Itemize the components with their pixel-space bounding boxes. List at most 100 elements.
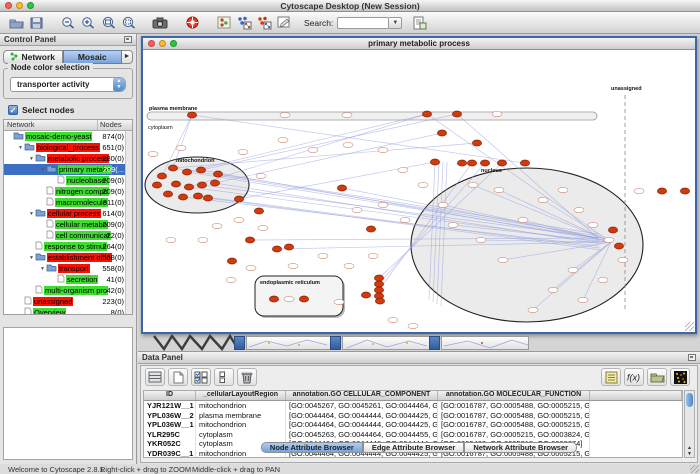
attribute-matrix-icon[interactable] <box>145 368 165 386</box>
node[interactable] <box>480 160 489 166</box>
collapse-icon[interactable]: ▼ <box>28 255 35 261</box>
tree-row[interactable]: ▼transport558(0) <box>4 263 132 274</box>
network-window-titlebar[interactable]: primary metabolic process <box>143 38 695 50</box>
node[interactable] <box>213 171 222 177</box>
node-small[interactable] <box>284 296 294 301</box>
node[interactable] <box>234 196 243 202</box>
delete-attribute-icon[interactable] <box>237 368 257 386</box>
edge[interactable] <box>187 114 427 172</box>
minimized-window-cap[interactable] <box>234 336 245 350</box>
tab-node-attribute-browser[interactable]: Node Attribute Browser <box>261 442 363 453</box>
node[interactable] <box>614 243 623 249</box>
node[interactable] <box>203 195 212 201</box>
node-small[interactable] <box>518 217 528 222</box>
node[interactable] <box>430 159 439 165</box>
window-resize-grip[interactable] <box>690 465 699 473</box>
node-small[interactable] <box>558 187 568 192</box>
node[interactable] <box>227 258 236 264</box>
node[interactable] <box>608 227 617 233</box>
node[interactable] <box>452 111 461 117</box>
node[interactable] <box>284 244 293 250</box>
open-folder-icon[interactable] <box>647 368 667 386</box>
node[interactable] <box>437 130 446 136</box>
tree-row[interactable]: nitrogen compo209(0) <box>4 186 132 197</box>
node-small[interactable] <box>226 277 236 282</box>
network-overview-icon[interactable] <box>214 14 234 32</box>
network-canvas[interactable]: plasma membranecytoplasmmitochondrionnuc… <box>143 50 695 332</box>
node[interactable] <box>366 226 375 232</box>
node[interactable] <box>245 237 254 243</box>
table-row[interactable]: YJR121W__1mitochondrion[GO:0045267, GO:0… <box>144 401 682 411</box>
node[interactable] <box>168 165 177 171</box>
node-small[interactable] <box>166 237 176 242</box>
tree-row[interactable]: cellular metabo209(0) <box>4 219 132 230</box>
tree-row[interactable]: cell communicat22(0) <box>4 230 132 241</box>
column-header[interactable]: annotation.GO MOLECULAR_FUNCTION <box>438 391 590 400</box>
node[interactable] <box>157 173 166 179</box>
node-small[interactable] <box>352 207 362 212</box>
node[interactable] <box>152 182 161 188</box>
node-small[interactable] <box>342 112 352 117</box>
zoom-out-icon[interactable] <box>58 14 78 32</box>
tree-row[interactable]: ▼biological_process651(0) <box>4 142 132 153</box>
node[interactable] <box>657 188 666 194</box>
node-small[interactable] <box>604 237 614 242</box>
node[interactable] <box>210 180 219 186</box>
plasma-membrane-region[interactable] <box>147 112 597 120</box>
import-table-icon[interactable] <box>410 14 430 32</box>
tree-row[interactable]: ▼metabolic process280(0) <box>4 153 132 164</box>
node-color-dropdown[interactable]: transporter activity ▲▼ <box>10 77 126 92</box>
node-small[interactable] <box>334 299 344 304</box>
node-small[interactable] <box>258 225 268 230</box>
node[interactable] <box>422 111 431 117</box>
network-view-window[interactable]: primary metabolic process plasma membran… <box>141 36 697 334</box>
scrollbar-thumb[interactable] <box>686 393 693 407</box>
select-attributes-icon[interactable] <box>191 368 211 386</box>
layout-red-icon[interactable] <box>254 14 274 32</box>
search-input[interactable] <box>337 17 389 29</box>
zoom-selected-icon[interactable] <box>118 14 138 32</box>
node-small[interactable] <box>408 323 418 328</box>
tree-row[interactable]: ▼primary metabo209(... <box>4 164 132 175</box>
node-small[interactable] <box>343 142 353 147</box>
node-small[interactable] <box>448 222 458 227</box>
collapse-icon[interactable]: ▼ <box>28 211 35 217</box>
node-small[interactable] <box>256 173 266 178</box>
node[interactable] <box>374 281 383 287</box>
node-small[interactable] <box>538 197 548 202</box>
zoom-in-icon[interactable] <box>78 14 98 32</box>
collapse-icon[interactable]: ▼ <box>39 266 46 272</box>
node-small[interactable] <box>148 151 158 156</box>
tree-row[interactable]: Overview8(0) <box>4 307 132 315</box>
open-file-icon[interactable] <box>6 14 26 32</box>
node-small[interactable] <box>378 202 388 207</box>
node[interactable] <box>184 184 193 190</box>
node-small[interactable] <box>176 145 186 150</box>
tree-row[interactable]: macromolecule311(0) <box>4 197 132 208</box>
float-panel-icon[interactable] <box>688 354 696 361</box>
tree-col-nodes[interactable]: Nodes <box>98 120 132 130</box>
node-small[interactable] <box>278 137 288 142</box>
node-small[interactable] <box>548 287 558 292</box>
node[interactable] <box>269 296 278 302</box>
node-small[interactable] <box>308 147 318 152</box>
node-small[interactable] <box>318 253 328 258</box>
table-row[interactable]: YLR295Ccytoplasm[GO:0045263, GO:0044464,… <box>144 430 682 440</box>
zoom-fit-icon[interactable] <box>98 14 118 32</box>
tree-row[interactable]: multi-organism pro42(0) <box>4 285 132 296</box>
select-nodes-checkbox[interactable]: ✓ <box>8 105 18 115</box>
node-small[interactable] <box>280 112 290 117</box>
node[interactable] <box>254 208 263 214</box>
node-small[interactable] <box>588 222 598 227</box>
float-panel-icon[interactable] <box>124 36 132 43</box>
node-small[interactable] <box>368 253 378 258</box>
node[interactable] <box>187 112 196 118</box>
column-header[interactable]: _cellularLayoutRegion <box>196 391 286 400</box>
node-small[interactable] <box>418 182 428 187</box>
minimized-window-sliver[interactable] <box>246 336 332 350</box>
node[interactable] <box>472 140 481 146</box>
tree-row[interactable]: unassigned223(0) <box>4 296 132 307</box>
node[interactable] <box>457 160 466 166</box>
new-attribute-icon[interactable] <box>168 368 188 386</box>
tree-row[interactable]: response to stimul264(0) <box>4 241 132 252</box>
